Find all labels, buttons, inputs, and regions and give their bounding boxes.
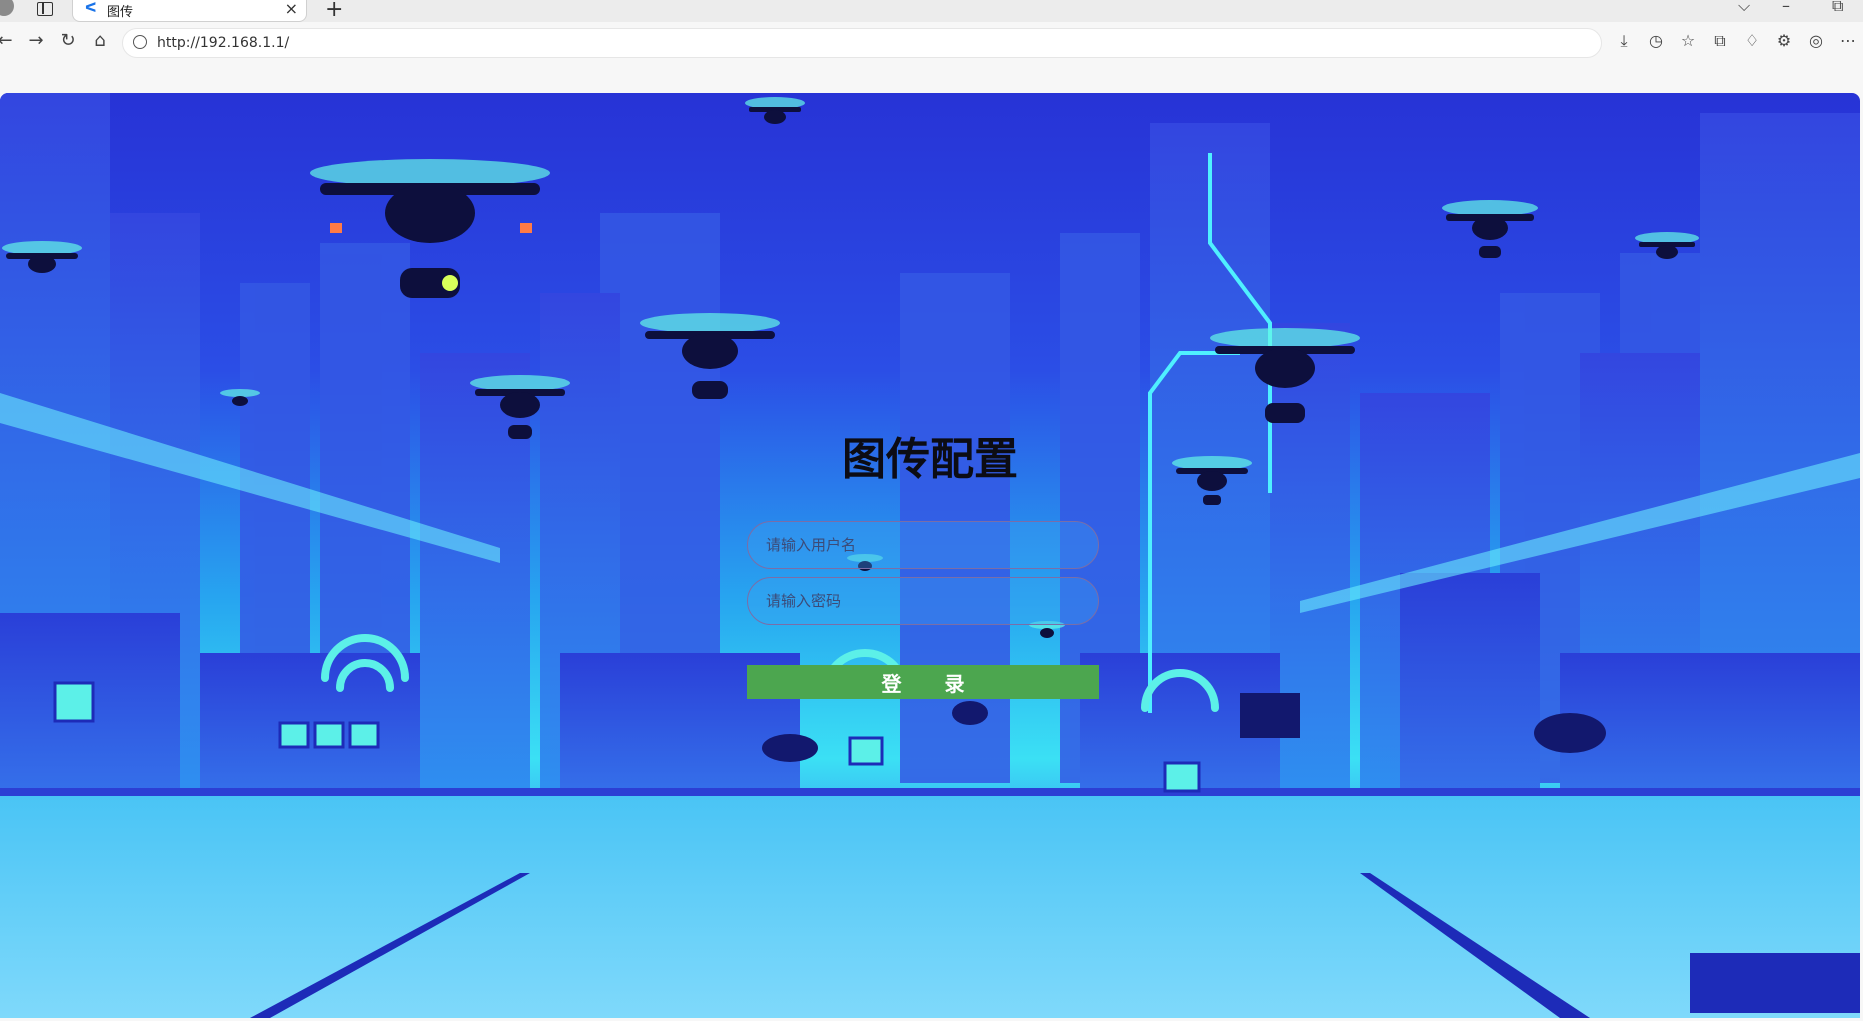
tab-strip: ᐸ 图传 × + ⌵ – ⧉ xyxy=(0,0,1863,22)
minimize-icon[interactable]: – xyxy=(1782,0,1790,15)
login-button[interactable]: 登 录 xyxy=(747,665,1099,699)
history-icon[interactable]: ◷ xyxy=(1645,31,1667,50)
url-field[interactable]: http://192.168.1.1/ xyxy=(122,28,1602,58)
browser-tab[interactable]: ᐸ 图传 × xyxy=(72,0,307,22)
address-bar-row: ← → ↻ ⌂ http://192.168.1.1/ ⤓ ◷ ☆ ⧉ ♢ ⚙ … xyxy=(0,22,1863,62)
chevron-down-icon[interactable]: ⌵ xyxy=(1738,0,1750,16)
password-input[interactable] xyxy=(747,577,1099,625)
url-text[interactable]: http://192.168.1.1/ xyxy=(157,35,289,51)
extensions-icon[interactable]: ⚙ xyxy=(1773,31,1795,50)
more-icon[interactable]: ⋯ xyxy=(1837,31,1859,50)
login-page: 图传配置 登 录 xyxy=(0,93,1860,1018)
username-input[interactable] xyxy=(747,521,1099,569)
tab-title: 图传 xyxy=(107,5,134,20)
download-icon[interactable]: ⤓ xyxy=(1613,31,1635,51)
site-info-icon[interactable] xyxy=(133,35,147,49)
tab-favicon-icon: ᐸ xyxy=(85,1,97,16)
forward-icon[interactable]: → xyxy=(25,30,47,51)
back-icon[interactable]: ← xyxy=(0,30,16,51)
favorites-icon[interactable]: ☆ xyxy=(1677,31,1699,50)
profile-avatar[interactable] xyxy=(0,0,14,16)
refresh-icon[interactable]: ↻ xyxy=(57,30,79,51)
notifications-icon[interactable]: ♢ xyxy=(1741,31,1763,50)
restore-icon[interactable]: ⧉ xyxy=(1832,0,1843,16)
home-icon[interactable]: ⌂ xyxy=(89,30,111,51)
collections-icon[interactable]: ⧉ xyxy=(1709,31,1731,51)
copilot-icon[interactable]: ◎ xyxy=(1805,31,1827,50)
page-title: 图传配置 xyxy=(842,434,1018,485)
tab-actions-icon[interactable] xyxy=(37,2,53,16)
close-tab-icon[interactable]: × xyxy=(285,0,298,18)
new-tab-button[interactable]: + xyxy=(325,0,343,22)
